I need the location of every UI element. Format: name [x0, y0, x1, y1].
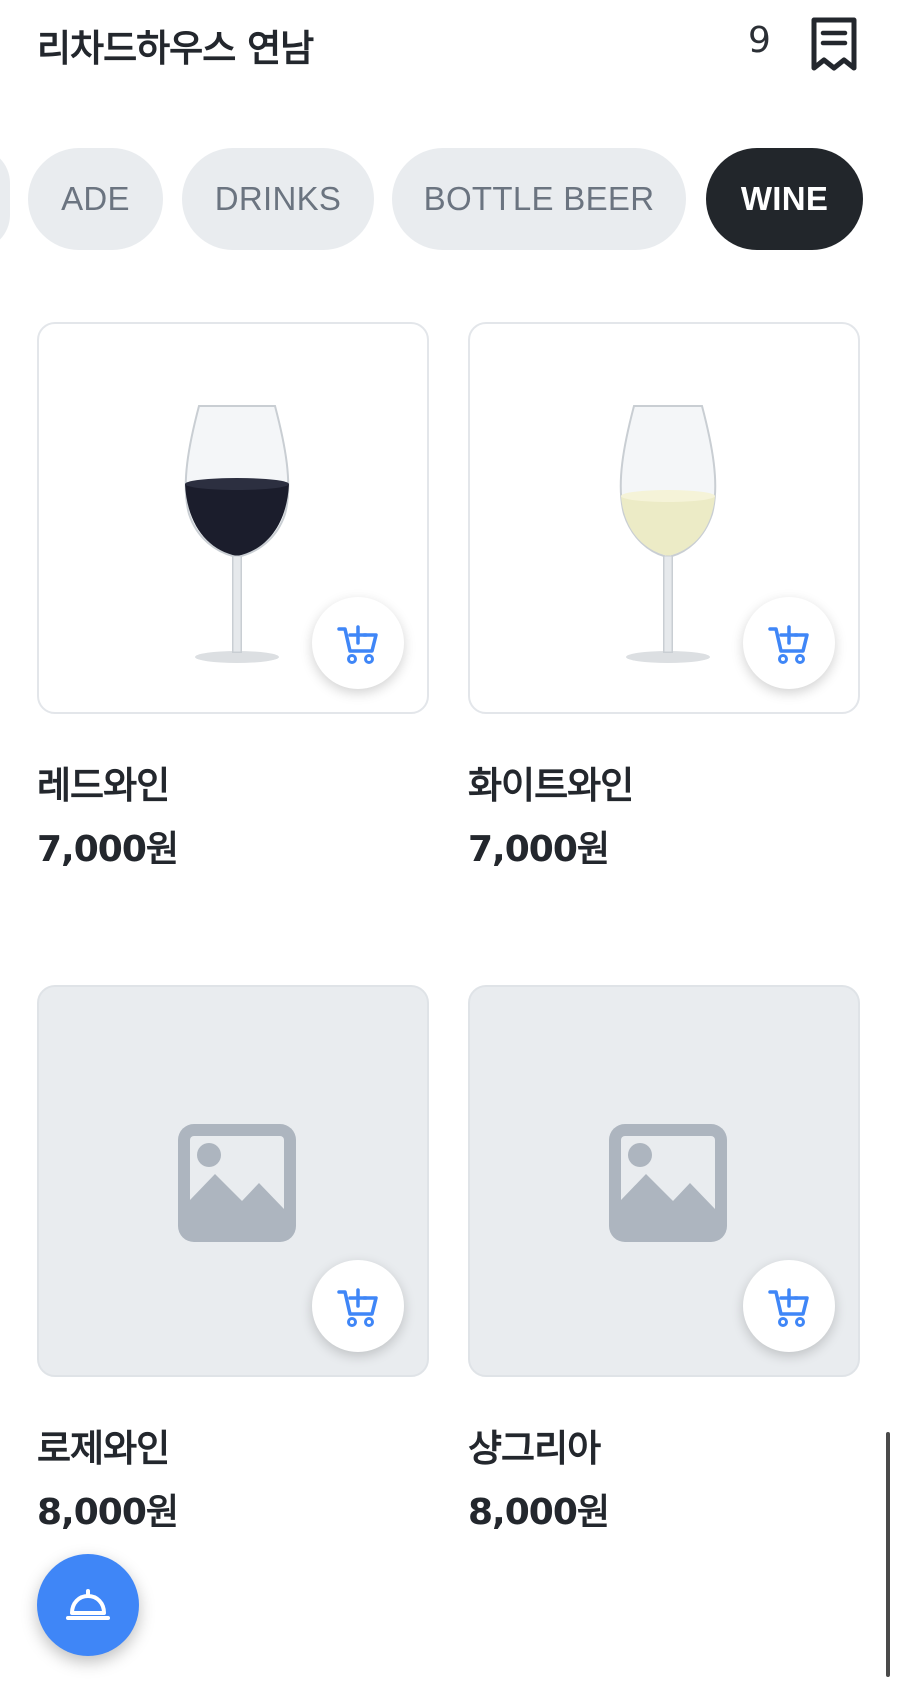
- service-bell-icon: [66, 1589, 110, 1620]
- tab-drinks[interactable]: DRINKS: [182, 148, 374, 250]
- menu-item-card[interactable]: 화이트와인 7,000원: [468, 322, 862, 882]
- add-cart-icon: [337, 1288, 378, 1327]
- receipt-icon: [811, 17, 857, 71]
- call-staff-button[interactable]: [37, 1554, 139, 1656]
- category-tabs: ADE DRINKS BOTTLE BEER WINE: [0, 148, 900, 250]
- tab-ade[interactable]: ADE: [28, 148, 163, 250]
- add-to-cart-button[interactable]: [743, 1260, 835, 1352]
- tab-bottle-beer[interactable]: BOTTLE BEER: [392, 148, 686, 250]
- menu-item-card[interactable]: 레드와인 7,000원: [37, 322, 431, 882]
- receipt-button[interactable]: [808, 16, 860, 72]
- item-price: 7,000원: [468, 829, 610, 870]
- add-cart-icon: [768, 625, 809, 664]
- item-name: 샹그리아: [468, 1427, 601, 1470]
- scrollbar[interactable]: [886, 1432, 890, 1677]
- tab-wine[interactable]: WINE: [706, 148, 863, 250]
- menu-item-card[interactable]: 샹그리아 8,000원: [468, 985, 862, 1545]
- add-cart-icon: [768, 1288, 809, 1327]
- table-number: 9: [748, 20, 771, 61]
- item-name: 레드와인: [37, 764, 170, 807]
- item-price: 8,000원: [468, 1492, 610, 1533]
- add-to-cart-button[interactable]: [312, 1260, 404, 1352]
- store-name: 리차드하우스 연남: [37, 27, 314, 70]
- add-to-cart-button[interactable]: [312, 597, 404, 689]
- item-name: 화이트와인: [468, 764, 634, 807]
- item-name: 로제와인: [37, 1427, 170, 1470]
- header: 리차드하우스 연남 9: [0, 0, 900, 96]
- add-to-cart-button[interactable]: [743, 597, 835, 689]
- item-price: 7,000원: [37, 829, 179, 870]
- add-cart-icon: [337, 625, 378, 664]
- menu-item-card[interactable]: 로제와인 8,000원: [37, 985, 431, 1545]
- item-price: 8,000원: [37, 1492, 179, 1533]
- tab-partial[interactable]: [0, 148, 10, 250]
